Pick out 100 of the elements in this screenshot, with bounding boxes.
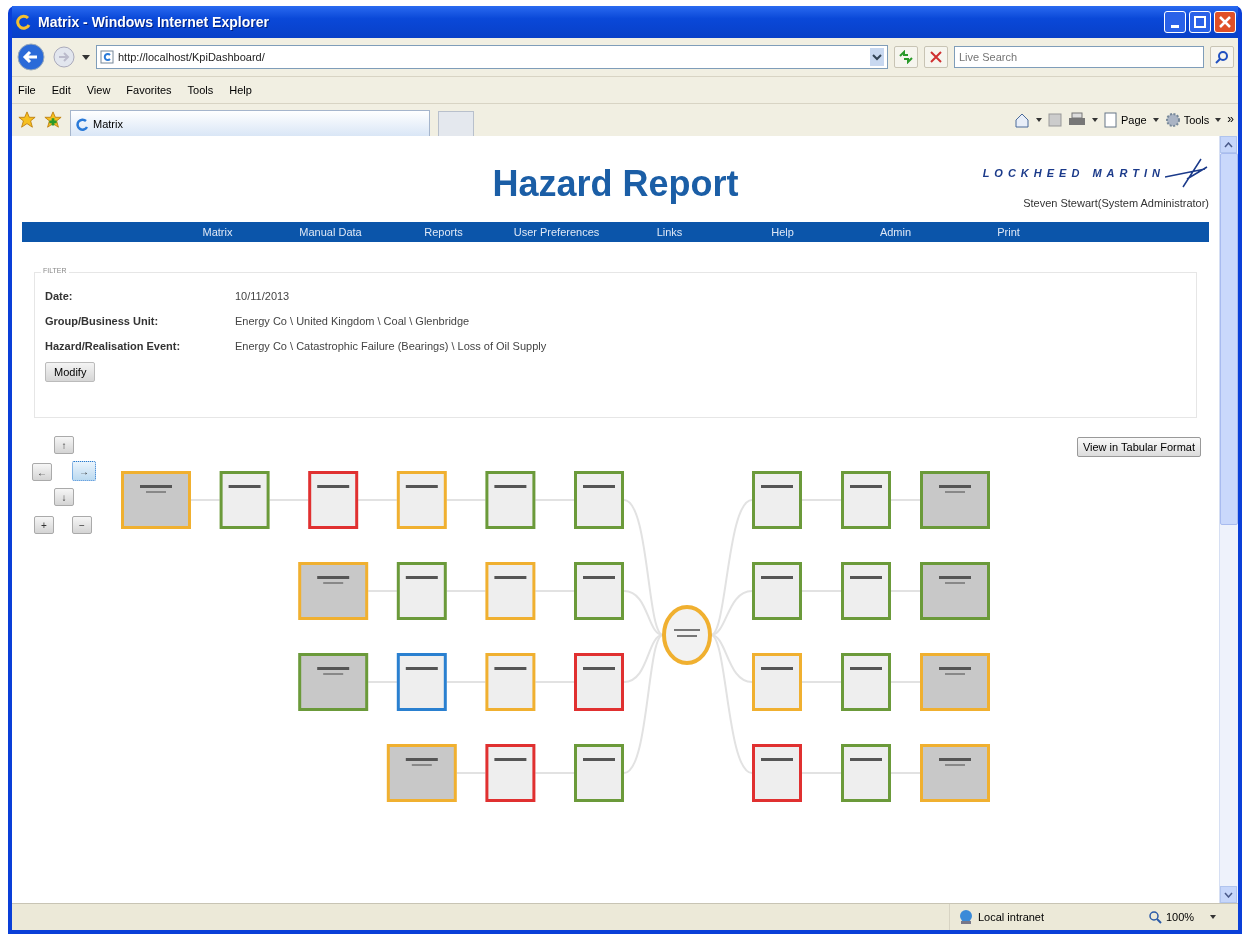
browser-tab[interactable]: Matrix [70,110,430,136]
nav-link[interactable]: User Preferences [500,226,613,238]
diagram-node[interactable] [574,471,624,529]
search-field[interactable]: Live Search [954,46,1204,68]
diagram-node[interactable] [485,562,536,620]
caret-icon[interactable] [1152,118,1159,122]
page-menu-button[interactable]: Page [1103,112,1147,128]
diagram-node[interactable] [298,653,369,711]
chevron-up-icon [1224,141,1233,148]
tabular-format-button[interactable]: View in Tabular Format [1076,437,1201,457]
diagram-hub-node[interactable] [662,605,712,665]
diagram-node[interactable] [920,562,990,620]
page-icon [1103,112,1118,128]
magnifier-icon [1148,910,1162,924]
zoom-button[interactable]: 100% [1148,910,1238,924]
back-button-icon[interactable] [16,42,46,72]
scroll-down-button[interactable] [1220,886,1237,903]
nav-link[interactable]: Admin [839,226,952,238]
close-icon [1219,16,1231,28]
diagram-node[interactable] [841,471,891,529]
menu-item[interactable]: File [18,84,36,96]
diagram-node[interactable] [485,744,536,802]
diagram-node[interactable] [396,653,447,711]
diagram-node[interactable] [920,471,990,529]
minimize-icon [1171,24,1179,28]
modify-button[interactable]: Modify [45,362,96,382]
menu-item[interactable]: Help [229,84,252,96]
home-icon[interactable] [1013,112,1030,128]
pan-zoom-button[interactable]: − [72,516,92,534]
menu-item[interactable]: Tools [187,84,214,96]
filter-label: Group/Business Unit: [45,314,160,327]
diagram-node[interactable] [574,744,624,802]
scroll-up-button[interactable] [1220,136,1237,153]
diagram-node[interactable] [841,744,891,802]
page-title: Hazard Report [492,163,739,205]
diagram-node[interactable] [298,562,369,620]
diagram-node[interactable] [485,653,536,711]
nav-link[interactable]: Manual Data [274,226,387,238]
user-name: Steven Stewart(System Administrator) [1023,197,1209,209]
nav-link[interactable]: Print [952,226,1065,238]
close-button[interactable] [1214,11,1236,33]
scrollbar-thumb[interactable] [1220,153,1238,525]
stop-icon [930,51,942,63]
filter-value: Energy Co \ United Kingdom \ Coal \ Glenbridge [235,314,471,327]
diagram-node[interactable] [396,471,447,529]
menu-item[interactable]: View [86,84,111,96]
diagram-node[interactable] [386,744,457,802]
diagram-node[interactable] [920,653,990,711]
diagram-node[interactable] [308,471,359,529]
diagram-node[interactable] [841,653,891,711]
diagram-node[interactable] [574,653,624,711]
nav-link[interactable]: Reports [387,226,500,238]
diagram-node[interactable] [485,471,536,529]
search-icon [1215,50,1229,64]
minimize-button[interactable] [1164,11,1186,33]
maximize-button[interactable] [1189,11,1211,33]
diagram-node[interactable] [752,744,802,802]
diagram-node[interactable] [752,653,802,711]
menu-item[interactable]: Favorites [126,84,172,96]
diagram-node[interactable] [841,562,891,620]
search-button[interactable] [1210,46,1234,68]
diagram-node[interactable] [396,562,447,620]
filter-label: Hazard/Realisation Event: [45,339,182,352]
diagram-node[interactable] [219,471,270,529]
maximize-icon [1194,16,1206,28]
diagram-node[interactable] [920,744,990,802]
caret-icon[interactable] [1035,118,1042,122]
menu-item[interactable]: Edit [51,84,71,96]
refresh-button[interactable] [894,46,918,68]
more-button[interactable]: » [1227,112,1234,126]
dropdown-icon[interactable] [870,48,884,66]
diagram-node[interactable] [121,471,191,529]
caret-icon[interactable] [1091,118,1098,122]
pan-zoom-button[interactable]: ↓ [54,488,74,506]
address-field[interactable]: http://localhost/KpiDashboard/ [96,45,888,69]
stop-button[interactable] [924,46,948,68]
pan-zoom-button[interactable]: ← [32,463,52,481]
nav-link[interactable]: Matrix [161,226,274,238]
diagram-node[interactable] [752,471,802,529]
chevron-down-icon [1224,891,1233,898]
diagram-node[interactable] [752,562,802,620]
company-logo: LOCKHEED MARTIN [982,167,1165,179]
nav-link[interactable]: Help [726,226,839,238]
printer-icon[interactable] [1067,112,1086,128]
browser-logo-icon [75,116,89,131]
label-lines-icon [674,629,700,637]
pan-zoom-button[interactable]: + [34,516,54,534]
diagram-node[interactable] [574,562,624,620]
filter-value: Energy Co \ Catastrophic Failure (Bearings) \ Loss of Oil Supply [235,339,548,352]
pan-zoom-button[interactable]: ↑ [54,436,74,454]
window-title: Matrix - Windows Internet Explorer [38,14,269,30]
filter-value: 10/11/2013 [235,289,291,302]
add-favorite-icon[interactable] [44,111,62,129]
pan-zoom-button[interactable]: → [72,461,96,481]
tools-menu-button[interactable]: Tools [1164,112,1210,128]
browser-logo-icon [16,14,32,30]
nav-link[interactable]: Links [613,226,726,238]
caret-icon[interactable] [1215,118,1222,122]
caret-icon[interactable] [82,54,90,60]
star-icon[interactable] [18,111,36,129]
